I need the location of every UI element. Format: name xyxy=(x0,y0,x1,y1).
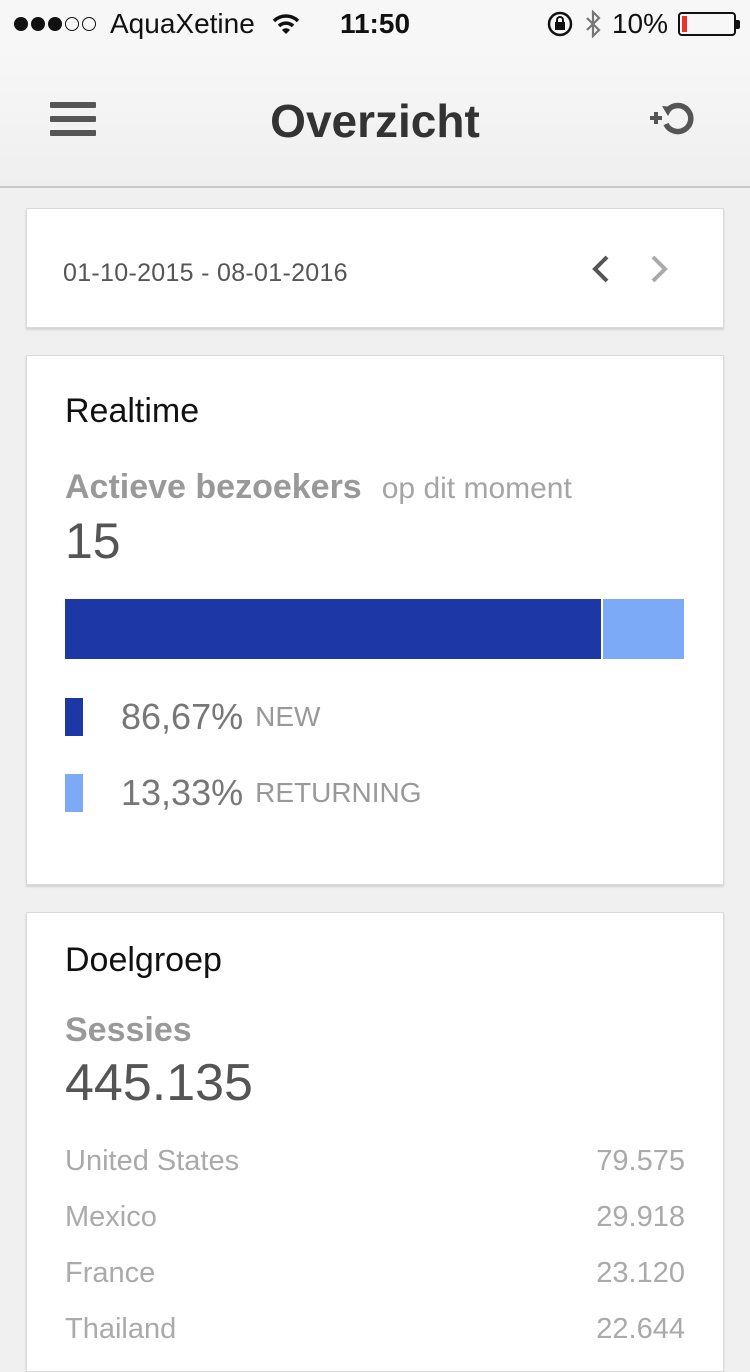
legend-returning: 13,33% RETURNING xyxy=(65,772,422,814)
country-value: 29.918 xyxy=(596,1201,685,1233)
list-item: United States 79.575 xyxy=(65,1145,685,1201)
sessions-value: 445.135 xyxy=(65,1054,253,1112)
country-name: United States xyxy=(65,1145,240,1177)
returning-percent: 13,33% xyxy=(121,772,244,813)
orientation-lock-icon xyxy=(547,11,573,37)
new-percent: 86,67% xyxy=(121,696,244,737)
visitor-type-bar xyxy=(65,599,684,659)
list-item: Thailand 22.644 xyxy=(65,1313,685,1369)
country-value: 22.644 xyxy=(596,1313,685,1345)
new-visitors-segment xyxy=(65,599,601,659)
refresh-add-icon[interactable] xyxy=(646,96,706,146)
realtime-title: Realtime xyxy=(65,392,200,430)
audience-title: Doelgroep xyxy=(65,941,222,979)
bluetooth-icon xyxy=(586,9,601,39)
battery-icon xyxy=(678,12,740,36)
country-value: 79.575 xyxy=(596,1145,685,1177)
country-name: Thailand xyxy=(65,1313,177,1345)
audience-card[interactable]: Doelgroep Sessies 445.135 United States … xyxy=(26,912,724,1372)
battery-level xyxy=(682,16,687,32)
realtime-card[interactable]: Realtime Actieve bezoekers op dit moment … xyxy=(26,355,724,885)
navigation-bar: Overzicht xyxy=(0,50,750,188)
country-name: Mexico xyxy=(65,1201,157,1233)
country-value: 23.120 xyxy=(596,1257,685,1289)
new-swatch xyxy=(65,698,83,736)
active-visitors-sublabel: op dit moment xyxy=(381,472,572,505)
chevron-right-icon[interactable] xyxy=(641,249,677,289)
active-visitors-label: Actieve bezoekers op dit moment xyxy=(65,468,572,507)
active-visitors-label-text: Actieve bezoekers xyxy=(65,468,362,506)
status-bar: AquaXetine 11:50 10% xyxy=(0,0,750,50)
page-title: Overzicht xyxy=(270,95,480,147)
chevron-left-icon[interactable] xyxy=(585,249,621,289)
battery-percent: 10% xyxy=(611,8,668,39)
sessions-label: Sessies xyxy=(65,1011,192,1049)
date-range-text[interactable]: 01-10-2015 - 08-01-2016 xyxy=(63,259,348,288)
list-item: France 23.120 xyxy=(65,1257,685,1313)
new-label: NEW xyxy=(255,701,321,732)
country-list: United States 79.575 Mexico 29.918 Franc… xyxy=(65,1145,685,1369)
list-item: Mexico 29.918 xyxy=(65,1201,685,1257)
returning-label: RETURNING xyxy=(255,777,422,808)
status-right: 10% xyxy=(546,8,740,40)
legend-new: 86,67% NEW xyxy=(65,696,320,738)
country-name: France xyxy=(65,1257,156,1289)
active-visitors-value: 15 xyxy=(65,513,121,569)
returning-swatch xyxy=(65,774,83,812)
date-range-card: 01-10-2015 - 08-01-2016 xyxy=(26,208,724,328)
returning-visitors-segment xyxy=(601,599,684,659)
